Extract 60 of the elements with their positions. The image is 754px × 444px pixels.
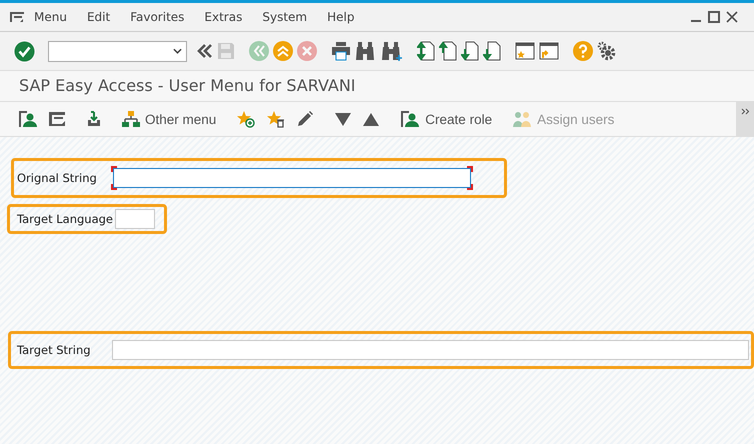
cancel-icon <box>297 41 317 61</box>
maximize-icon[interactable] <box>708 11 720 23</box>
exit-icon <box>273 41 293 61</box>
people-icon <box>512 111 532 127</box>
person-icon <box>400 110 420 128</box>
menu-item[interactable]: Menu <box>34 10 67 24</box>
hierarchy-icon <box>122 110 140 128</box>
menu-item[interactable]: Edit <box>86 10 110 24</box>
menu-window-icon[interactable] <box>9 11 25 23</box>
toolbar-button[interactable] <box>481 41 503 61</box>
double-chevron-icon <box>740 108 750 115</box>
page-arrow-icon <box>417 41 435 61</box>
page-arrow-icon <box>461 41 479 61</box>
toolbar-icon-button[interactable] <box>16 110 40 128</box>
input-field[interactable] <box>112 168 471 188</box>
star-icon <box>236 110 256 128</box>
screen-title: SAP Easy Access - User Menu for SARVANI <box>0 71 754 101</box>
binoculars-icon <box>355 41 377 61</box>
help-icon <box>573 41 593 61</box>
toolbar-button[interactable] <box>379 41 405 61</box>
toolbar-button[interactable]: Other menu <box>120 110 218 128</box>
close-icon[interactable] <box>726 11 738 23</box>
field-label: Orignal String <box>17 171 97 185</box>
person-icon <box>18 110 38 128</box>
pencil-icon <box>296 110 314 128</box>
down-triangle-icon <box>334 111 352 127</box>
up-triangle-icon <box>362 111 380 127</box>
field-label: Target String <box>17 343 91 357</box>
back-icon <box>249 41 269 61</box>
settings-icon <box>597 41 617 61</box>
menu-item[interactable]: System <box>262 10 308 24</box>
toolbar-button[interactable] <box>537 42 561 60</box>
toolbar-button[interactable] <box>329 41 353 61</box>
menu-item[interactable]: Favorites <box>130 10 184 24</box>
command-field[interactable] <box>48 40 187 62</box>
toolbar-icon-button[interactable] <box>46 111 68 127</box>
window-icon <box>515 42 535 60</box>
toolbar-button[interactable] <box>459 41 481 61</box>
toolbar-button[interactable]: Create role <box>398 110 494 128</box>
download-tray-icon <box>86 111 102 127</box>
toolbar-button[interactable] <box>437 41 459 61</box>
caret-icon <box>173 47 182 55</box>
menu-item[interactable]: Extras <box>204 10 242 24</box>
page-arrow-icon <box>439 41 457 61</box>
menu-window-icon <box>48 111 66 127</box>
window-icon <box>539 42 559 60</box>
field-label: Target Language <box>17 212 113 226</box>
input-field[interactable] <box>115 209 155 229</box>
menu-item[interactable]: Help <box>327 10 354 24</box>
more-button[interactable] <box>736 102 754 136</box>
input-field[interactable] <box>112 340 749 360</box>
toolbar-button[interactable] <box>513 42 537 60</box>
binoculars-icon <box>381 41 403 61</box>
toolbar-button[interactable] <box>415 41 437 61</box>
printer-icon <box>331 41 351 61</box>
double-chevron-icon <box>197 43 213 59</box>
page-arrow-icon <box>483 41 501 61</box>
toolbar-button[interactable] <box>195 43 215 59</box>
star-icon <box>266 110 286 128</box>
check-icon[interactable] <box>14 40 35 62</box>
